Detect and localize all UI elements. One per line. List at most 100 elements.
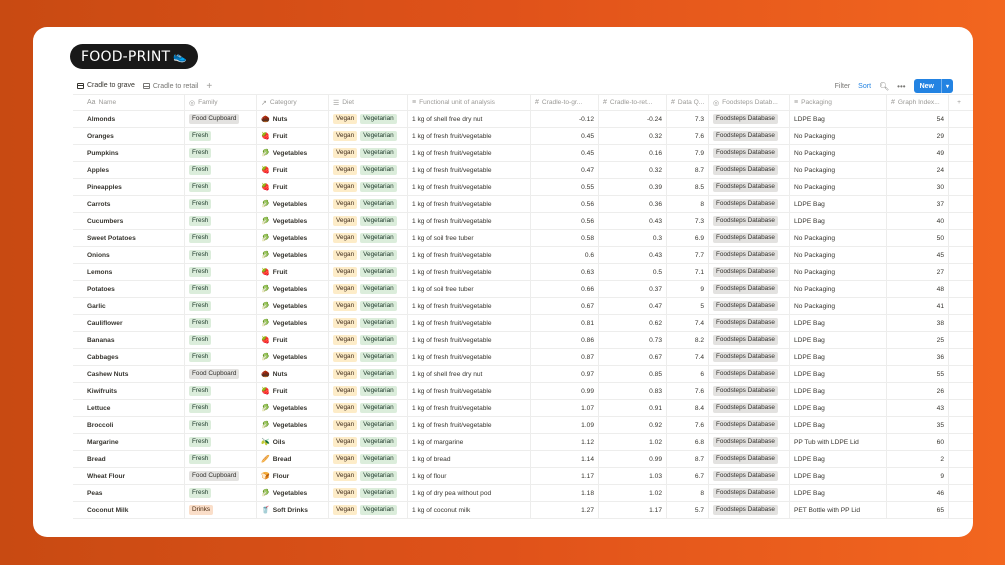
col-header-category[interactable]: ↗ Category — [257, 95, 329, 110]
cell-source[interactable]: Foodsteps Database — [709, 434, 790, 450]
cell-name[interactable]: Coconut Milk — [73, 502, 185, 518]
cell-category[interactable]: 🥬 Vegetables — [257, 400, 329, 416]
cell-category[interactable]: 🥬 Vegetables — [257, 281, 329, 297]
cell-cradle-to-grave[interactable]: 0.56 — [531, 213, 599, 229]
cell-packaging[interactable]: LDPE Bag — [790, 383, 887, 399]
cell-cradle-to-grave[interactable]: 0.56 — [531, 196, 599, 212]
cell-category[interactable]: 🌰 Nuts — [257, 111, 329, 127]
table-row[interactable]: Cabbages Fresh 🥬 Vegetables Vegan Vegetarian 1… — [73, 349, 973, 366]
cell-diet[interactable]: Vegan Vegetarian — [329, 111, 408, 127]
cell-data-quality[interactable]: 8 — [667, 485, 709, 501]
cell-cradle-to-retail[interactable]: 1.02 — [599, 485, 667, 501]
cell-graph-index[interactable]: 24 — [887, 162, 949, 178]
cell-category[interactable]: 🫒 Oils — [257, 434, 329, 450]
cell-diet[interactable]: Vegan Vegetarian — [329, 315, 408, 331]
cell-category[interactable]: 🥬 Vegetables — [257, 417, 329, 433]
cell-family[interactable]: Fresh — [185, 315, 257, 331]
cell-graph-index[interactable]: 27 — [887, 264, 949, 280]
cell-packaging[interactable]: LDPE Bag — [790, 451, 887, 467]
cell-data-quality[interactable]: 7.3 — [667, 213, 709, 229]
cell-data-quality[interactable]: 8.7 — [667, 451, 709, 467]
cell-family[interactable]: Fresh — [185, 264, 257, 280]
col-header-data-quality[interactable]: # Data Q... — [667, 95, 709, 110]
add-column-icon[interactable]: + — [949, 95, 969, 110]
cell-graph-index[interactable]: 35 — [887, 417, 949, 433]
cell-functional-unit[interactable]: 1 kg of flour — [408, 468, 531, 484]
cell-diet[interactable]: Vegan Vegetarian — [329, 383, 408, 399]
col-header-family[interactable]: ◎ Family — [185, 95, 257, 110]
cell-functional-unit[interactable]: 1 kg of bread — [408, 451, 531, 467]
cell-family[interactable]: Food Cupboard — [185, 468, 257, 484]
cell-packaging[interactable]: LDPE Bag — [790, 332, 887, 348]
filter-button[interactable]: Filter — [835, 83, 851, 90]
cell-source[interactable]: Foodsteps Database — [709, 145, 790, 161]
cell-name[interactable]: Sweet Potatoes — [73, 230, 185, 246]
table-row[interactable]: Cauliflower Fresh 🥬 Vegetables Vegan Vegetari… — [73, 315, 973, 332]
cell-source[interactable]: Foodsteps Database — [709, 332, 790, 348]
cell-source[interactable]: Foodsteps Database — [709, 230, 790, 246]
cell-data-quality[interactable]: 7.3 — [667, 111, 709, 127]
cell-cradle-to-grave[interactable]: 1.09 — [531, 417, 599, 433]
cell-family[interactable]: Fresh — [185, 213, 257, 229]
cell-packaging[interactable]: LDPE Bag — [790, 485, 887, 501]
search-icon[interactable]: 🔍︎ — [879, 82, 889, 91]
cell-functional-unit[interactable]: 1 kg of fresh fruit/vegetable — [408, 247, 531, 263]
cell-functional-unit[interactable]: 1 kg of dry pea without pod — [408, 485, 531, 501]
cell-diet[interactable]: Vegan Vegetarian — [329, 196, 408, 212]
cell-packaging[interactable]: No Packaging — [790, 298, 887, 314]
cell-functional-unit[interactable]: 1 kg of fresh fruit/vegetable — [408, 332, 531, 348]
cell-cradle-to-grave[interactable]: 1.12 — [531, 434, 599, 450]
cell-graph-index[interactable]: 9 — [887, 468, 949, 484]
cell-functional-unit[interactable]: 1 kg of fresh fruit/vegetable — [408, 383, 531, 399]
cell-graph-index[interactable]: 43 — [887, 400, 949, 416]
cell-data-quality[interactable]: 7.1 — [667, 264, 709, 280]
cell-name[interactable]: Peas — [73, 485, 185, 501]
cell-cradle-to-grave[interactable]: 0.97 — [531, 366, 599, 382]
table-row[interactable]: Wheat Flour Food Cupboard 🍞 Flour Vegan Veget… — [73, 468, 973, 485]
cell-source[interactable]: Foodsteps Database — [709, 196, 790, 212]
sort-button[interactable]: Sort — [858, 83, 871, 90]
cell-packaging[interactable]: LDPE Bag — [790, 468, 887, 484]
cell-graph-index[interactable]: 46 — [887, 485, 949, 501]
cell-data-quality[interactable]: 6 — [667, 366, 709, 382]
cell-graph-index[interactable]: 45 — [887, 247, 949, 263]
cell-packaging[interactable]: LDPE Bag — [790, 400, 887, 416]
cell-packaging[interactable]: PET Bottle with PP Lid — [790, 502, 887, 518]
cell-diet[interactable]: Vegan Vegetarian — [329, 128, 408, 144]
cell-category[interactable]: 🍓 Fruit — [257, 264, 329, 280]
cell-cradle-to-retail[interactable]: 0.5 — [599, 264, 667, 280]
table-row[interactable]: Cucumbers Fresh 🥬 Vegetables Vegan Vegetarian… — [73, 213, 973, 230]
cell-cradle-to-retail[interactable]: 0.16 — [599, 145, 667, 161]
table-row[interactable]: Almonds Food Cupboard 🌰 Nuts Vegan Vegetarian… — [73, 111, 973, 128]
cell-family[interactable]: Food Cupboard — [185, 111, 257, 127]
cell-cradle-to-retail[interactable]: 0.92 — [599, 417, 667, 433]
table-row[interactable]: Peas Fresh 🥬 Vegetables Vegan Vegetarian 1 kg … — [73, 485, 973, 502]
cell-category[interactable]: 🥤 Soft Drinks — [257, 502, 329, 518]
cell-name[interactable]: Bananas — [73, 332, 185, 348]
cell-name[interactable]: Onions — [73, 247, 185, 263]
cell-graph-index[interactable]: 36 — [887, 349, 949, 365]
cell-packaging[interactable]: LDPE Bag — [790, 315, 887, 331]
cell-name[interactable]: Almonds — [73, 111, 185, 127]
cell-family[interactable]: Fresh — [185, 383, 257, 399]
cell-functional-unit[interactable]: 1 kg of fresh fruit/vegetable — [408, 128, 531, 144]
cell-source[interactable]: Foodsteps Database — [709, 468, 790, 484]
cell-functional-unit[interactable]: 1 kg of soil free tuber — [408, 230, 531, 246]
table-row[interactable]: Bread Fresh 🥖 Bread Vegan Vegetarian 1 kg of b… — [73, 451, 973, 468]
cell-packaging[interactable]: No Packaging — [790, 264, 887, 280]
cell-family[interactable]: Fresh — [185, 434, 257, 450]
cell-family[interactable]: Fresh — [185, 196, 257, 212]
cell-diet[interactable]: Vegan Vegetarian — [329, 434, 408, 450]
cell-cradle-to-retail[interactable]: 0.62 — [599, 315, 667, 331]
cell-family[interactable]: Fresh — [185, 332, 257, 348]
cell-graph-index[interactable]: 49 — [887, 145, 949, 161]
cell-category[interactable]: 🍓 Fruit — [257, 128, 329, 144]
cell-data-quality[interactable]: 7.6 — [667, 383, 709, 399]
cell-functional-unit[interactable]: 1 kg of fresh fruit/vegetable — [408, 162, 531, 178]
cell-category[interactable]: 🥬 Vegetables — [257, 485, 329, 501]
cell-cradle-to-retail[interactable]: 0.91 — [599, 400, 667, 416]
cell-category[interactable]: 🥖 Bread — [257, 451, 329, 467]
cell-data-quality[interactable]: 9 — [667, 281, 709, 297]
col-header-graph-index[interactable]: # Graph Index... — [887, 95, 949, 110]
cell-data-quality[interactable]: 6.9 — [667, 230, 709, 246]
